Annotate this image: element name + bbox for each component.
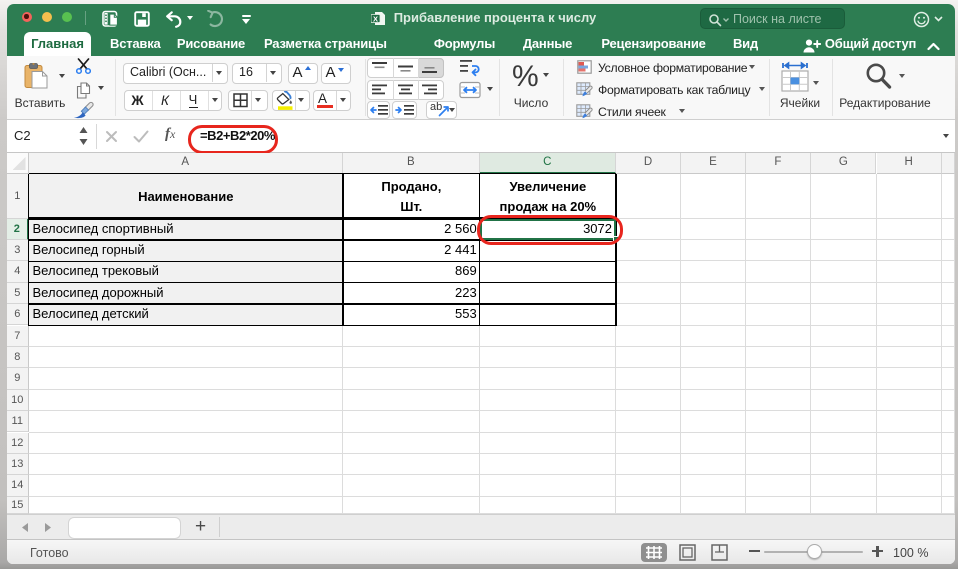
svg-text:X: X [373,14,378,23]
